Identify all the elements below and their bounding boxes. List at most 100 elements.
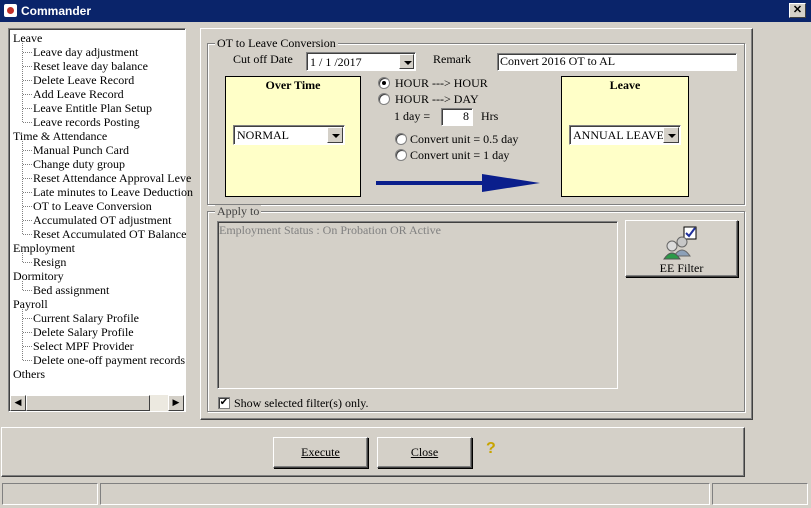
overtime-select[interactable]: NORMAL bbox=[233, 125, 345, 145]
tree-connector bbox=[22, 253, 23, 262]
tree-connector bbox=[23, 178, 32, 179]
tree-connector bbox=[23, 66, 32, 67]
tree-item[interactable]: Delete Salary Profile bbox=[33, 325, 134, 339]
tree-item[interactable]: Leave records Posting bbox=[33, 115, 140, 129]
title-bar: Commander ✕ bbox=[0, 0, 811, 22]
window-close-button[interactable]: ✕ bbox=[789, 3, 806, 18]
tree-item[interactable]: Accumulated OT adjustment bbox=[33, 213, 171, 227]
tree-connector bbox=[23, 220, 32, 221]
convert-half-day-label: Convert unit = 0.5 day bbox=[410, 132, 519, 146]
ee-filter-label: EE Filter bbox=[659, 261, 704, 275]
tree-item[interactable]: OT to Leave Conversion bbox=[33, 199, 152, 213]
tree-connector bbox=[22, 141, 23, 234]
tree-connector bbox=[22, 43, 23, 122]
leave-type-select[interactable]: ANNUAL LEAVE bbox=[569, 125, 681, 145]
status-pane-3 bbox=[712, 483, 808, 505]
convert-one-day-label: Convert unit = 1 day bbox=[410, 148, 510, 162]
show-selected-label: Show selected filter(s) only. bbox=[234, 396, 369, 410]
tree-connector bbox=[23, 80, 32, 81]
tree-connector bbox=[23, 94, 32, 95]
chevron-down-icon[interactable] bbox=[327, 127, 343, 143]
tree-connector bbox=[23, 318, 32, 319]
tree-connector bbox=[22, 281, 23, 290]
remark-label: Remark bbox=[433, 52, 471, 66]
arrow-right-icon bbox=[376, 174, 540, 192]
tree-connector bbox=[23, 150, 32, 151]
status-pane-1 bbox=[2, 483, 98, 505]
one-day-label: 1 day = bbox=[394, 109, 431, 123]
radio-hour-hour-label: HOUR ---> HOUR bbox=[395, 76, 488, 90]
tree-category[interactable]: Time & Attendance bbox=[13, 129, 107, 143]
app-icon bbox=[4, 4, 17, 17]
close-label: Close bbox=[410, 445, 439, 459]
window-title: Commander bbox=[21, 4, 92, 18]
tree-connector bbox=[23, 192, 32, 193]
function-tree[interactable]: Leave Leave day adjustment Reset leave day… bbox=[8, 28, 193, 412]
tree-connector bbox=[23, 108, 32, 109]
tree-item[interactable]: Reset Attendance Approval Leve bbox=[33, 171, 191, 185]
tree-item[interactable]: Delete Leave Record bbox=[33, 73, 134, 87]
apply-to-legend: Apply to bbox=[215, 204, 262, 218]
show-selected-checkbox[interactable]: ✔ bbox=[218, 397, 230, 409]
tree-connector bbox=[23, 52, 32, 53]
tree-connector bbox=[23, 346, 32, 347]
filter-summary-text: Employment Status : On Probation OR Acti… bbox=[219, 223, 441, 237]
help-icon[interactable]: ? bbox=[486, 440, 496, 458]
tree-item[interactable]: Late minutes to Leave Deduction bbox=[33, 185, 193, 199]
overtime-title: Over Time bbox=[265, 78, 321, 92]
tree-item[interactable]: Delete one-off payment records bbox=[33, 353, 185, 367]
tree-connector bbox=[23, 262, 32, 263]
tree-item[interactable]: Leave Entitle Plan Setup bbox=[33, 101, 152, 115]
radio-convert-one-day[interactable] bbox=[395, 149, 407, 161]
radio-hour-day-label: HOUR ---> DAY bbox=[395, 92, 479, 106]
overtime-value: NORMAL bbox=[237, 128, 290, 142]
execute-button[interactable]: Execute bbox=[273, 437, 368, 468]
execute-label: Execute bbox=[301, 445, 340, 459]
tree-connector bbox=[23, 122, 32, 123]
cutoff-date-label: Cut off Date bbox=[233, 52, 293, 66]
tree-connector bbox=[23, 206, 32, 207]
leave-title: Leave bbox=[609, 78, 641, 92]
leave-type-value: ANNUAL LEAVE bbox=[573, 128, 664, 142]
filter-summary-box: Employment Status : On Probation OR Acti… bbox=[217, 221, 618, 389]
status-pane-2 bbox=[100, 483, 710, 505]
tree-item[interactable]: Bed assignment bbox=[33, 283, 109, 297]
tree-horizontal-scrollbar[interactable]: ◀ ▶ bbox=[10, 395, 184, 411]
tree-connector bbox=[23, 234, 32, 235]
tree-connector bbox=[23, 360, 32, 361]
cutoff-date-picker[interactable]: 1 / 1 /2017 bbox=[306, 52, 416, 71]
chevron-down-icon[interactable] bbox=[663, 127, 679, 143]
close-button[interactable]: Close bbox=[377, 437, 472, 468]
hrs-label: Hrs bbox=[481, 109, 499, 123]
scroll-left-icon[interactable]: ◀ bbox=[10, 395, 26, 411]
tree-category[interactable]: Dormitory bbox=[13, 269, 64, 283]
tree-item[interactable]: Change duty group bbox=[33, 157, 125, 171]
filter-users-icon bbox=[663, 226, 697, 260]
tree-item[interactable]: Resign bbox=[33, 255, 66, 269]
tree-connector bbox=[22, 309, 23, 360]
radio-hour-hour[interactable] bbox=[378, 77, 390, 89]
radio-convert-half-day[interactable] bbox=[395, 133, 407, 145]
action-bar bbox=[1, 427, 745, 477]
tree-connector bbox=[23, 290, 32, 291]
cutoff-date-value: 1 / 1 /2017 bbox=[310, 55, 362, 69]
tree-category[interactable]: Leave bbox=[13, 31, 42, 45]
ee-filter-button[interactable]: EE Filter bbox=[625, 220, 738, 277]
scroll-right-icon[interactable]: ▶ bbox=[168, 395, 184, 411]
remark-input[interactable]: Convert 2016 OT to AL bbox=[497, 53, 737, 71]
tree-item[interactable]: Reset Accumulated OT Balance bbox=[33, 227, 186, 241]
tree-item[interactable]: Current Salary Profile bbox=[33, 311, 139, 325]
scroll-thumb[interactable] bbox=[26, 395, 150, 411]
chevron-down-icon[interactable] bbox=[399, 54, 414, 69]
ot-conversion-legend: OT to Leave Conversion bbox=[215, 36, 338, 50]
tree-item[interactable]: Reset leave day balance bbox=[33, 59, 148, 73]
radio-hour-day[interactable] bbox=[378, 93, 390, 105]
tree-category[interactable]: Payroll bbox=[13, 297, 48, 311]
hours-per-day-input[interactable]: 8 bbox=[441, 108, 473, 126]
tree-connector bbox=[23, 164, 32, 165]
tree-item[interactable]: Select MPF Provider bbox=[33, 339, 134, 353]
tree-item[interactable]: Add Leave Record bbox=[33, 87, 124, 101]
tree-item[interactable]: Manual Punch Card bbox=[33, 143, 129, 157]
tree-category[interactable]: Others bbox=[13, 367, 45, 381]
tree-item[interactable]: Leave day adjustment bbox=[33, 45, 138, 59]
